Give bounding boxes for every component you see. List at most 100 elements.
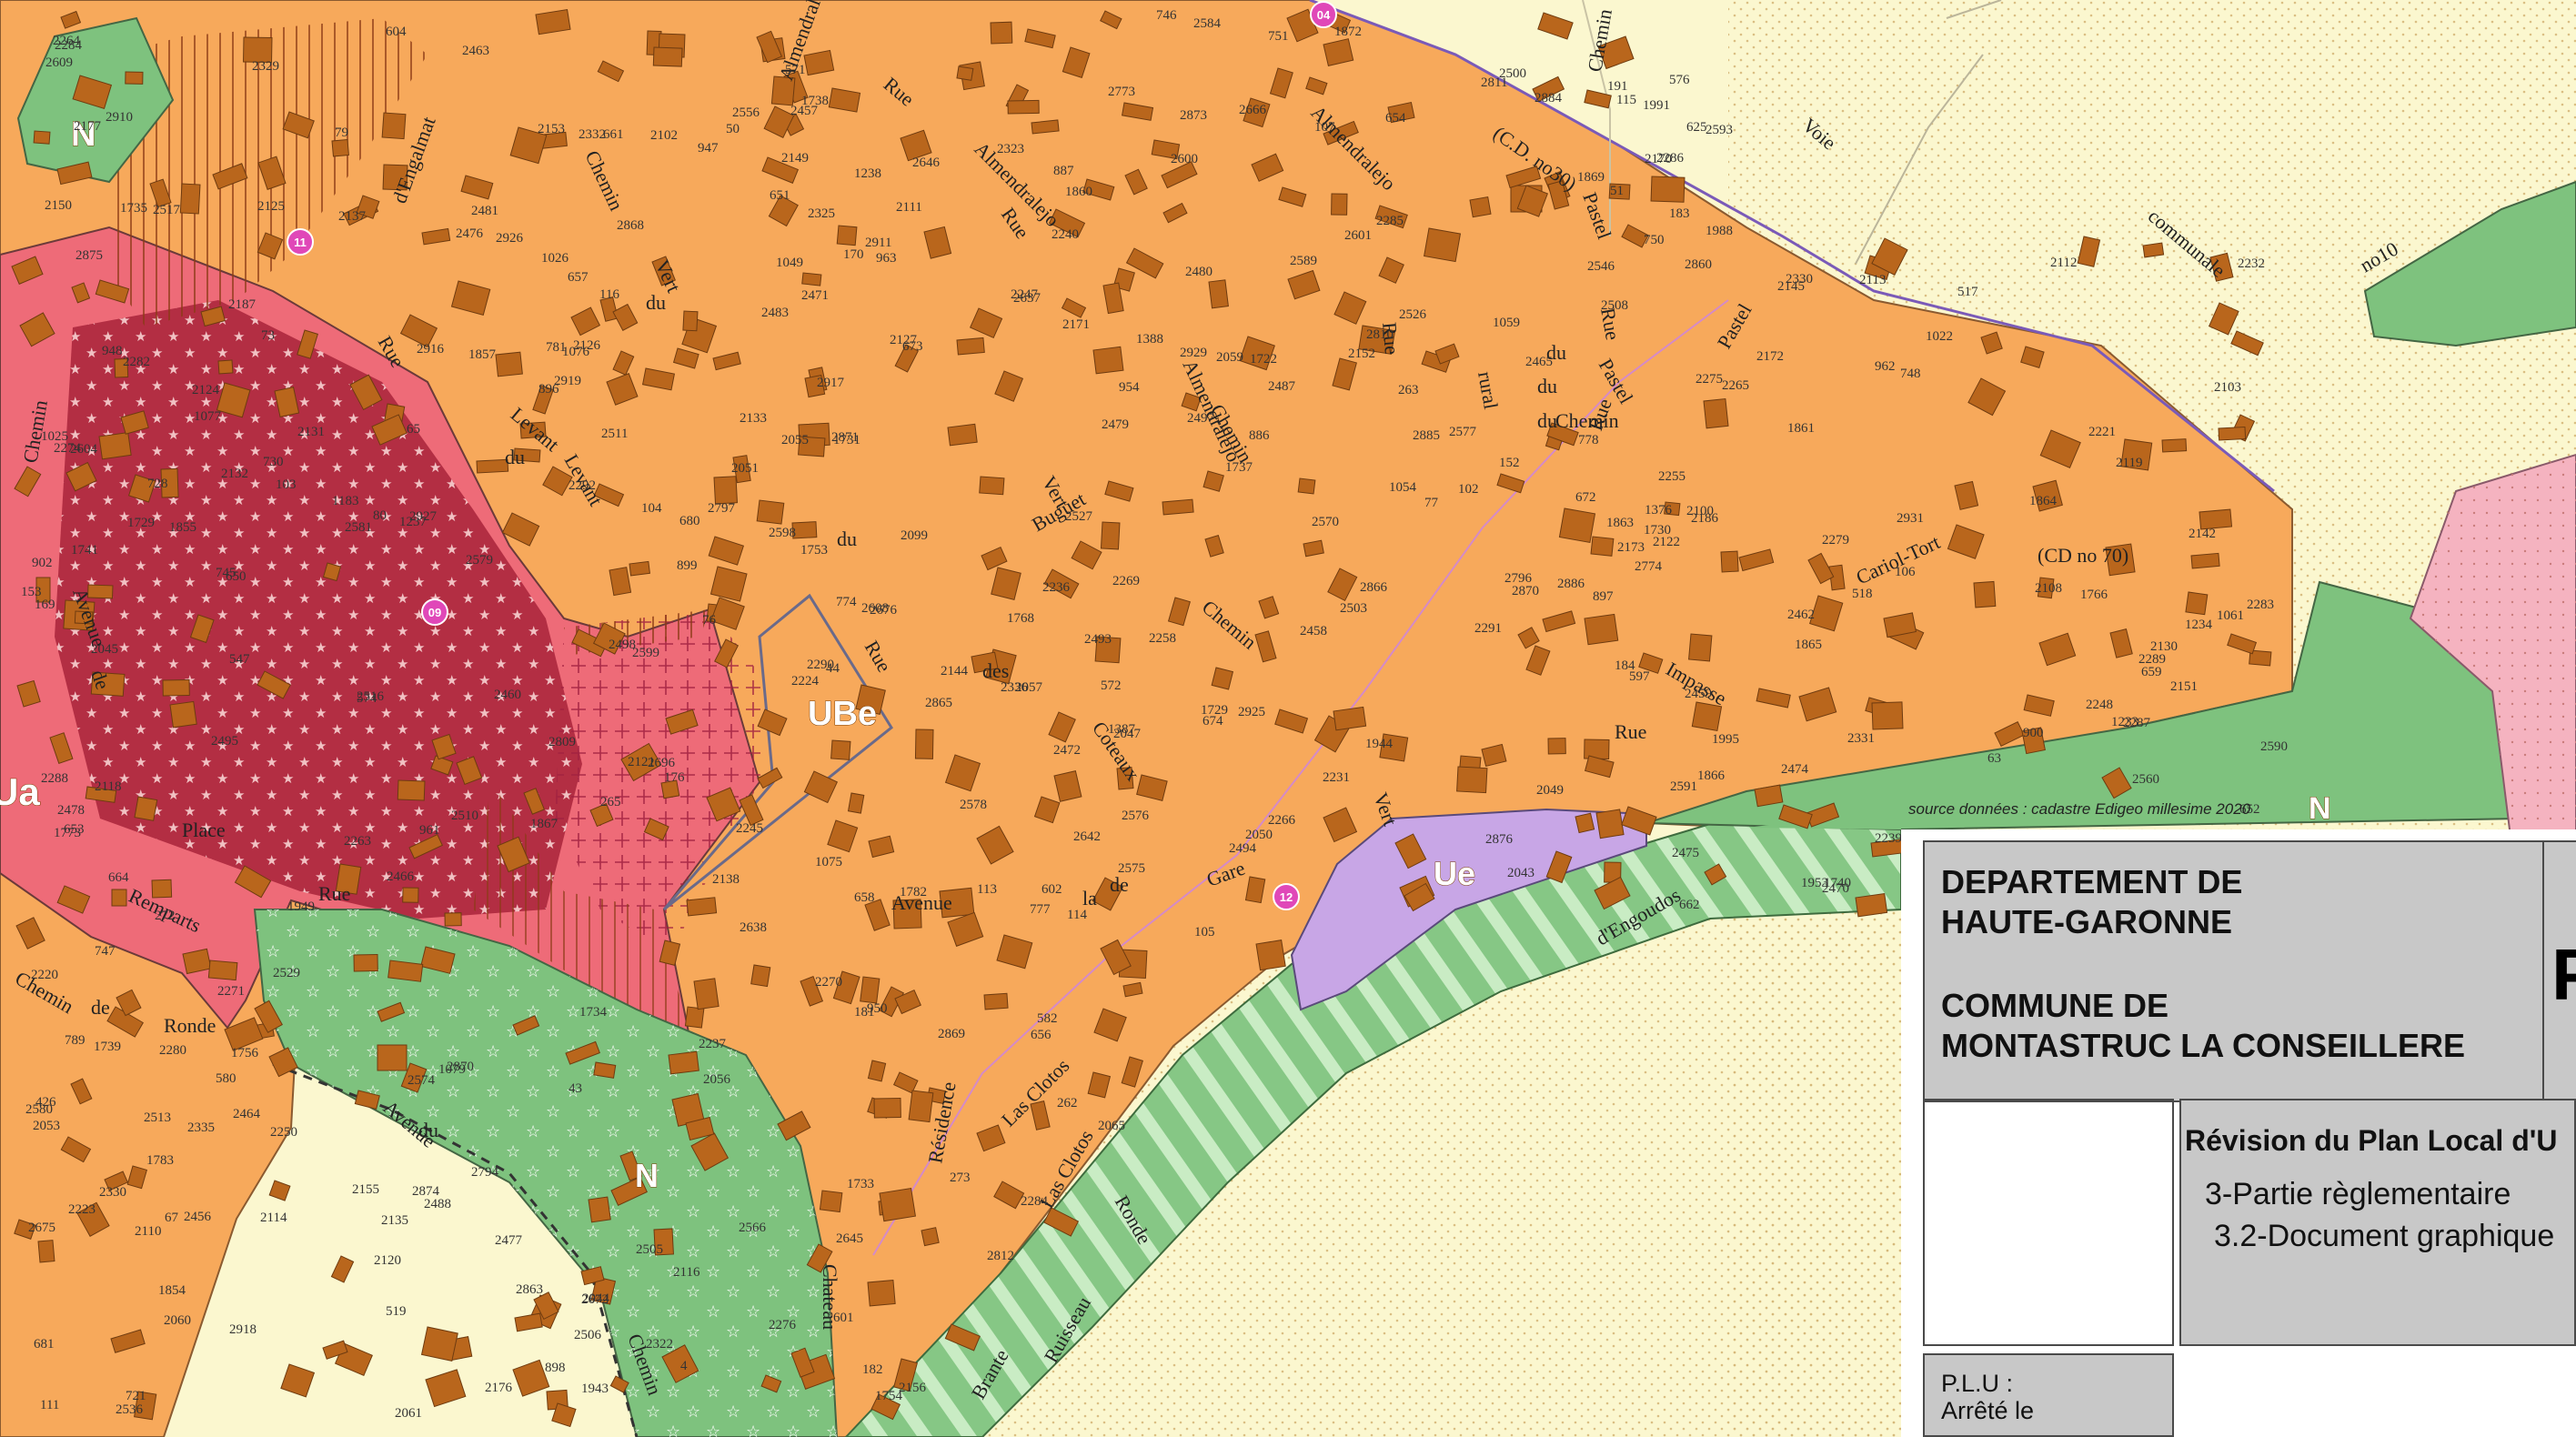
parcel-number: 2043 bbox=[1507, 866, 1535, 880]
parcel-number: 2581 bbox=[345, 520, 372, 535]
building bbox=[98, 431, 132, 460]
parcel-number: 1183 bbox=[332, 494, 358, 508]
parcel-number: 2860 bbox=[1685, 257, 1712, 272]
parcel-number: 1075 bbox=[815, 855, 842, 869]
parcel-number: 1741 bbox=[71, 543, 98, 558]
parcel-number: 2910 bbox=[106, 110, 133, 125]
parcel-number: 2609 bbox=[45, 55, 73, 70]
parcel-number: 2579 bbox=[466, 553, 493, 568]
parcel-number: 2593 bbox=[1706, 123, 1733, 137]
building bbox=[1100, 521, 1121, 550]
parcel-number: 2156 bbox=[899, 1381, 927, 1395]
parcel-number: 2135 bbox=[381, 1213, 408, 1228]
street-label: du bbox=[418, 1119, 438, 1141]
parcel-number: 2060 bbox=[164, 1313, 191, 1328]
street-label: Place bbox=[182, 819, 226, 841]
building bbox=[1331, 193, 1348, 216]
parcel-number: 2153 bbox=[538, 122, 565, 136]
parcel-number: 2335 bbox=[187, 1120, 215, 1135]
parcel-number: 2578 bbox=[960, 798, 987, 812]
building bbox=[2218, 426, 2247, 441]
parcel-number: 1753 bbox=[800, 543, 828, 558]
parcel-number: 2245 bbox=[736, 821, 763, 836]
marker-12[interactable]: 12 bbox=[1273, 883, 1300, 910]
parcel-number: 2472 bbox=[1053, 743, 1081, 758]
parcel-number: 116 bbox=[599, 287, 619, 302]
parcel-number: 963 bbox=[876, 251, 897, 266]
parcel-number: 2122 bbox=[1653, 535, 1680, 549]
parcel-number: 2149 bbox=[781, 151, 809, 166]
parcel-number: 625 bbox=[1686, 120, 1707, 135]
parcel-number: 672 bbox=[1575, 490, 1596, 505]
parcel-number: 2279 bbox=[1822, 533, 1849, 548]
parcel-number: 2675 bbox=[28, 1221, 55, 1235]
zone-label-ube: UBe bbox=[808, 695, 877, 733]
parcel-number: 1872 bbox=[1334, 25, 1362, 39]
parcel-number: 2812 bbox=[987, 1249, 1014, 1263]
parcel-number: 2065 bbox=[1098, 1119, 1125, 1133]
marker-09[interactable]: 09 bbox=[421, 598, 448, 626]
parcel-number: 658 bbox=[854, 890, 875, 905]
parcel-number: 1735 bbox=[120, 201, 147, 216]
parcel-number: 2223 bbox=[68, 1202, 96, 1217]
parcel-number: 962 bbox=[1875, 359, 1896, 374]
building bbox=[879, 1187, 916, 1222]
parcel-number: 571 bbox=[785, 63, 806, 77]
parcel-number: 1729 bbox=[1201, 703, 1228, 718]
parcel-number: 1022 bbox=[1926, 329, 1953, 344]
street-label: Chemin bbox=[1555, 409, 1619, 432]
building bbox=[1092, 346, 1124, 375]
parcel-number: 774 bbox=[836, 595, 857, 609]
parcel-number: 1054 bbox=[1389, 480, 1417, 495]
parcel-number: 2575 bbox=[1118, 861, 1145, 876]
building bbox=[836, 225, 858, 246]
building bbox=[873, 1097, 901, 1119]
parcel-number: 2151 bbox=[2170, 679, 2198, 694]
parcel-number: 2479 bbox=[1102, 417, 1129, 432]
building bbox=[593, 1061, 617, 1079]
parcel-number: 2332 bbox=[579, 127, 606, 142]
parcel-number: 63 bbox=[1987, 751, 2001, 766]
parcel-number: 651 bbox=[770, 188, 790, 203]
parcel-number: 898 bbox=[545, 1361, 566, 1375]
parcel-number: 1729 bbox=[127, 516, 155, 530]
parcel-number: 2919 bbox=[554, 374, 581, 388]
parcel-number: 2291 bbox=[1474, 621, 1502, 636]
parcel-number: 576 bbox=[1669, 73, 1690, 87]
parcel-number: 2672 bbox=[581, 1292, 609, 1307]
parcel-number: 170 bbox=[843, 247, 864, 262]
marker-11[interactable]: 11 bbox=[287, 228, 314, 256]
parcel-number: 2459 bbox=[1685, 687, 1712, 701]
parcel-number: 2495 bbox=[211, 734, 238, 749]
parcel-number: 2916 bbox=[417, 342, 445, 357]
parcel-number: 680 bbox=[679, 514, 700, 528]
building bbox=[1007, 99, 1040, 115]
parcel-number: 2330 bbox=[99, 1185, 126, 1200]
parcel-number: 2099 bbox=[901, 528, 928, 543]
parcel-number: 2108 bbox=[2035, 581, 2062, 596]
building bbox=[990, 21, 1013, 45]
parcel-number: 1049 bbox=[776, 256, 803, 270]
street-label: du bbox=[1537, 375, 1557, 397]
parcel-number: 2488 bbox=[424, 1197, 451, 1211]
parcel-number: 1773 bbox=[54, 826, 81, 840]
parcel-number: 265 bbox=[600, 795, 621, 809]
parcel-number: 2290 bbox=[807, 658, 834, 672]
parcel-number: 2116 bbox=[673, 1265, 700, 1280]
marker-04[interactable]: 04 bbox=[1310, 1, 1337, 28]
parcel-number: 789 bbox=[65, 1033, 86, 1048]
building bbox=[1255, 940, 1286, 971]
parcel-number: 2927 bbox=[409, 509, 438, 524]
parcel-number: 67 bbox=[165, 1211, 179, 1225]
parcel-number: 2283 bbox=[2247, 598, 2274, 612]
parcel-number: 1943 bbox=[581, 1382, 609, 1396]
building bbox=[1590, 536, 1615, 557]
parcel-number: 659 bbox=[2141, 665, 2162, 679]
parcel-number: 2590 bbox=[2260, 739, 2288, 754]
parcel-number: 1387 bbox=[1108, 722, 1136, 737]
parcel-number: 2125 bbox=[257, 199, 285, 214]
building bbox=[397, 779, 426, 801]
building bbox=[1547, 738, 1566, 755]
parcel-number: 746 bbox=[1156, 8, 1177, 23]
parcel-number: 519 bbox=[386, 1304, 407, 1319]
